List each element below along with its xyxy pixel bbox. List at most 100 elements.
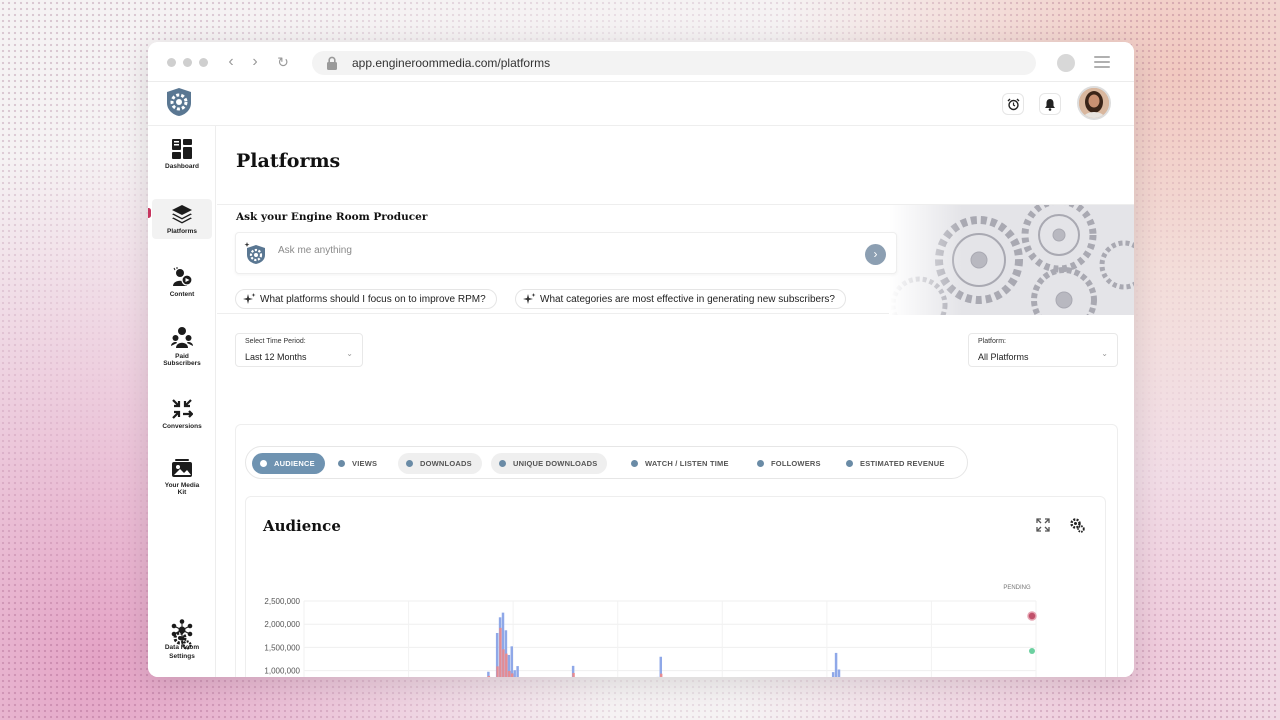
platform-value: All Platforms [978, 352, 1029, 362]
tab-dot [757, 460, 764, 467]
app-header [148, 82, 1134, 126]
sidebar-item-label: Platforms [167, 228, 197, 235]
producer-title: Ask your Engine Room Producer [236, 211, 428, 223]
bar-audience [510, 646, 514, 677]
chart-settings-icon[interactable] [1069, 517, 1085, 533]
tab-dot [338, 460, 345, 467]
sidebar-item-label: Content [169, 291, 195, 298]
time-period-value: Last 12 Months [245, 352, 307, 362]
send-arrow-icon[interactable]: › [865, 244, 886, 265]
forward-icon[interactable]: › [246, 53, 264, 71]
tab-dot [846, 460, 853, 467]
y-tick-label: 2,500,000 [264, 597, 300, 606]
tab-label: WATCH / LISTEN TIME [645, 459, 729, 468]
bar-audience [516, 666, 519, 677]
pending-point [1027, 611, 1037, 621]
producer-logo-icon [244, 242, 265, 264]
bar-audience [837, 669, 841, 677]
sidebar-item-label: Paid Subscribers [163, 353, 201, 367]
tab-audience[interactable]: AUDIENCE [252, 453, 325, 474]
tab-watch-listen-time[interactable]: WATCH / LISTEN TIME [623, 453, 739, 474]
bar-audience-secondary [496, 666, 499, 677]
ask-input[interactable] [278, 245, 838, 256]
suggestion-text: What categories are most effective in ge… [540, 294, 835, 305]
gears-illustration [889, 205, 1134, 315]
window-dot[interactable] [167, 58, 176, 67]
back-icon[interactable]: ‹ [222, 53, 240, 71]
y-tick-label: 1,000,000 [264, 667, 300, 676]
browser-menu-icon[interactable] [1094, 56, 1110, 68]
platform-select[interactable]: Platform: All Platforms ⌄ [968, 333, 1118, 367]
tab-label: UNIQUE DOWNLOADS [513, 459, 598, 468]
sidebar-item-conversions[interactable]: Conversions [152, 398, 212, 430]
tab-unique-downloads[interactable]: UNIQUE DOWNLOADS [491, 453, 608, 474]
bell-icon[interactable] [1039, 93, 1061, 115]
conversions-icon [172, 399, 193, 419]
bar-audience [831, 672, 835, 677]
window-dot[interactable] [183, 58, 192, 67]
bar-audience-secondary [659, 673, 663, 677]
reload-icon[interactable]: ↻ [274, 53, 292, 71]
sidebar-item-content[interactable]: Content [152, 266, 212, 298]
content-icon [173, 267, 193, 286]
metric-tabs: AUDIENCE VIEWS DOWNLOADS UNIQUE DOWNLOAD… [245, 446, 968, 479]
lock-icon [327, 56, 337, 70]
suggestion-chip-rpm[interactable]: What platforms should I focus on to impr… [235, 289, 497, 309]
tab-dot [631, 460, 638, 467]
bar-audience-secondary [505, 653, 508, 677]
bar-audience [834, 652, 838, 677]
main-content: Platforms Ask your Engine Room Producer … [217, 126, 1134, 677]
tab-followers[interactable]: FOLLOWERS [749, 453, 831, 474]
producer-panel: Ask your Engine Room Producer › What pla… [217, 204, 1134, 315]
page-title: Platforms [236, 150, 341, 172]
tab-label: FOLLOWERS [771, 459, 821, 468]
pending-label: PENDING [1003, 585, 1031, 591]
y-tick-label: 1,500,000 [264, 643, 300, 652]
sidebar-item-platforms[interactable]: Platforms [152, 199, 212, 239]
bar-audience-secondary [499, 627, 502, 677]
alarm-clock-icon[interactable] [1002, 93, 1024, 115]
ask-box: › [235, 232, 897, 274]
tab-views[interactable]: VIEWS [330, 453, 387, 474]
bar-audience-secondary [572, 672, 575, 677]
bar-audience-secondary [502, 649, 505, 677]
browser-window: ‹ › ↻ app.engineroommedia.com/platforms [148, 42, 1134, 677]
tab-dot [499, 460, 506, 467]
bar-audience [513, 670, 516, 677]
sidebar-item-label: Conversions [162, 423, 202, 430]
tab-dot [406, 460, 413, 467]
media-kit-icon [172, 459, 192, 477]
platform-label: Platform: [978, 338, 1007, 345]
window-dot[interactable] [199, 58, 208, 67]
audience-chart: 2,500,0002,000,0001,500,0001,000,000500,… [264, 585, 1037, 677]
url-text: app.engineroommedia.com/platforms [352, 56, 551, 70]
chevron-down-icon: ⌄ [346, 349, 353, 358]
y-tick-label: 2,000,000 [264, 620, 300, 629]
sidebar-item-settings[interactable]: Settings [152, 630, 212, 660]
expand-icon[interactable] [1035, 517, 1051, 533]
time-period-select[interactable]: Select Time Period: Last 12 Months ⌄ [235, 333, 363, 367]
bar-audience-secondary [508, 670, 511, 677]
sparkle-icon [243, 293, 256, 304]
tab-downloads[interactable]: DOWNLOADS [398, 453, 482, 474]
bar-audience-secondary [487, 675, 491, 677]
sidebar-item-dashboard[interactable]: Dashboard [152, 138, 212, 170]
suggestion-chip-categories[interactable]: What categories are most effective in ge… [515, 289, 846, 309]
suggestion-text: What platforms should I focus on to impr… [260, 294, 486, 305]
user-avatar[interactable] [1077, 86, 1111, 120]
address-bar[interactable]: app.engineroommedia.com/platforms [312, 51, 1036, 75]
sidebar-item-paid-subscribers[interactable]: Paid Subscribers [152, 326, 212, 367]
sidebar-item-media-kit[interactable]: Your Media Kit [152, 459, 212, 496]
chart-title: Audience [263, 517, 341, 535]
sidebar-item-label: Your Media Kit [164, 482, 200, 496]
layers-icon [172, 205, 192, 224]
browser-profile-icon[interactable] [1057, 54, 1075, 72]
paid-subscribers-icon [171, 327, 193, 348]
time-period-label: Select Time Period: [245, 338, 306, 345]
browser-toolbar: ‹ › ↻ app.engineroommedia.com/platforms [148, 42, 1134, 82]
tab-label: VIEWS [352, 459, 378, 468]
tab-estimated-revenue[interactable]: ESTIMATED REVENUE [838, 453, 955, 474]
sidebar: Dashboard Platforms Content Paid Subscri… [148, 126, 216, 677]
sidebar-item-label: Settings [169, 653, 195, 660]
engine-room-logo[interactable] [164, 87, 194, 117]
